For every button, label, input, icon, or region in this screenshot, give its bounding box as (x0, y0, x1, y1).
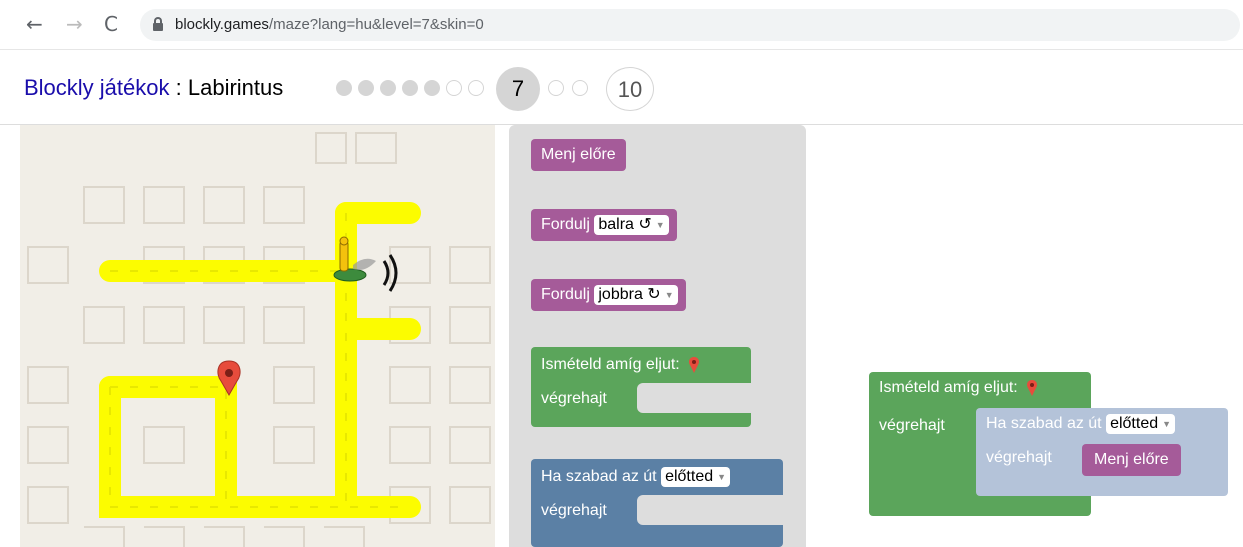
ws-if-label: Ha szabad az út előtted ▼ (986, 414, 1176, 434)
level-dot-9[interactable] (572, 80, 588, 96)
maze-map (27, 132, 491, 547)
toolbox-turn-left-block[interactable]: Fordulj balra ↺ ▼ (531, 209, 677, 241)
ws-repeat-do-label: végrehajt (879, 417, 945, 434)
browser-toolbar: ← → C blockly.games/maze?lang=hu&level=7… (0, 0, 1243, 50)
url-text[interactable]: blockly.games/maze?lang=hu&level=7&skin=… (175, 16, 484, 34)
ws-if-direction-dropdown[interactable]: előtted ▼ (1106, 414, 1176, 434)
toolbox-repeat-until-block[interactable]: Ismételd amíg eljut: végrehajt (531, 347, 751, 427)
if-direction-dropdown[interactable]: előtted ▼ (661, 467, 731, 487)
level-dot-6[interactable] (468, 80, 484, 96)
turn-left-dropdown[interactable]: balra ↺ ▼ (594, 215, 669, 235)
app-home-link[interactable]: Blockly játékok (24, 75, 170, 100)
repeat-until-label: Ismételd amíg eljut: (541, 355, 700, 375)
level-dot-2[interactable] (358, 80, 374, 96)
ws-repeat-label: Ismételd amíg eljut: (879, 378, 1038, 398)
final-level-badge[interactable]: 10 (606, 67, 654, 111)
turn-left-label: Fordulj (541, 216, 590, 234)
level-dot-1[interactable] (336, 80, 352, 96)
turn-right-dropdown[interactable]: jobbra ↻ ▼ (594, 285, 678, 305)
ws-move-forward-label: Menj előre (1094, 451, 1169, 468)
level-dot-3[interactable] (380, 80, 396, 96)
toolbox-turn-right-block[interactable]: Fordulj jobbra ↻ ▼ (531, 279, 686, 311)
lock-icon (153, 17, 163, 31)
if-do-label: végrehajt (541, 502, 607, 519)
page-title: Blockly játékok : Labirintus (24, 74, 283, 102)
level-dot-8[interactable] (548, 80, 564, 96)
reload-icon[interactable]: C (104, 14, 118, 34)
current-level-badge[interactable]: 7 (496, 67, 540, 111)
game-title: Labirintus (187, 75, 284, 100)
level-dot-4[interactable] (402, 80, 418, 96)
move-forward-label: Menj előre (541, 146, 616, 163)
turn-right-label: Fordulj (541, 286, 590, 304)
if-path-label: Ha szabad az út előtted ▼ (541, 467, 731, 487)
ws-if-do-label: végrehajt (986, 449, 1052, 466)
repeat-do-label: végrehajt (541, 390, 607, 407)
toolbox-move-forward-block[interactable]: Menj előre (531, 139, 626, 171)
map-marker-icon (689, 356, 700, 373)
map-marker-icon (1027, 379, 1038, 396)
toolbox-if-path-block[interactable]: Ha szabad az út előtted ▼ végrehajt (531, 459, 783, 547)
workspace-move-forward-block[interactable]: Menj előre (1082, 444, 1181, 476)
level-dot-5[interactable] (424, 80, 440, 96)
if-statement-slot[interactable] (637, 495, 783, 525)
maze-canvas (20, 125, 495, 547)
repeat-statement-slot[interactable] (637, 383, 751, 413)
level-dot-5b[interactable] (446, 80, 462, 96)
forward-arrow-icon[interactable]: → (66, 14, 83, 34)
back-arrow-icon[interactable]: ← (26, 14, 43, 34)
title-separator: : (169, 75, 188, 100)
